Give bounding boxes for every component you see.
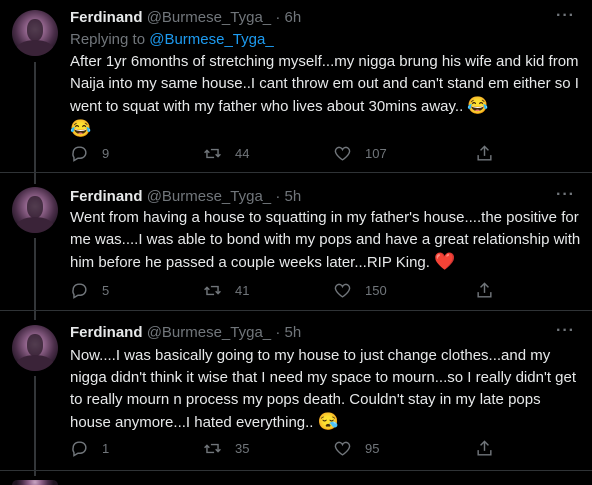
avatar-face (27, 196, 43, 218)
tweet-header: Ferdinand @Burmese_Tyga_ · 5h (70, 187, 301, 207)
avatar-face (27, 334, 43, 356)
tweet[interactable]: Ferdinand @Burmese_Tyga_ · 5h ··· Now...… (0, 311, 592, 471)
tweet[interactable]: Ferdinand @Burmese_Tyga_ · 6h ··· Replyi… (0, 0, 592, 170)
retweet-button[interactable]: 41 (203, 281, 249, 300)
replying-prefix: Replying to (70, 31, 150, 48)
retweet-icon (204, 148, 221, 159)
timestamp[interactable]: 5h (284, 188, 301, 205)
retweet-count: 44 (235, 146, 250, 161)
share-button[interactable] (475, 144, 507, 163)
like-button[interactable]: 150 (333, 281, 387, 300)
tweet-header: Ferdinand @Burmese_Tyga_ · 5h (70, 323, 301, 343)
like-button[interactable]: 95 (333, 439, 379, 458)
author-handle[interactable]: @Burmese_Tyga_ (147, 324, 271, 341)
like-button[interactable]: 107 (333, 144, 387, 163)
like-count: 150 (365, 283, 387, 298)
like-icon (334, 146, 351, 161)
tweet-emoji: 😪 (317, 412, 339, 431)
action-bar: 9 44 107 (70, 144, 500, 166)
timestamp[interactable]: 5h (284, 324, 301, 341)
tweet-divider (0, 470, 592, 471)
reply-count: 5 (102, 283, 110, 298)
avatar-shoulders (16, 40, 54, 56)
tweet-emoji: ❤️ (434, 252, 456, 271)
author-name[interactable]: Ferdinand (70, 324, 143, 341)
reply-count: 9 (102, 146, 110, 161)
retweet-icon (204, 285, 221, 296)
author-handle[interactable]: @Burmese_Tyga_ (147, 188, 271, 205)
reply-button[interactable]: 5 (70, 281, 109, 300)
retweet-count: 35 (235, 441, 250, 456)
action-bar: 5 41 150 (70, 281, 500, 303)
tweet-body: After 1yr 6months of stretching myself..… (70, 53, 579, 115)
replying-to: Replying to @Burmese_Tyga_ (70, 30, 274, 50)
action-bar: 1 35 95 (70, 439, 500, 461)
dot-separator: · (275, 324, 281, 341)
author-handle[interactable]: @Burmese_Tyga_ (147, 9, 271, 26)
tweet-text: Went from having a house to squatting in… (70, 207, 582, 274)
share-icon (477, 440, 492, 456)
tweet-text: After 1yr 6months of stretching myself..… (70, 51, 582, 141)
retweet-icon (204, 443, 221, 454)
tweet[interactable]: Ferdinand @Burmese_Tyga_ · 5h ··· Went f… (0, 173, 592, 310)
share-icon (477, 145, 492, 161)
share-button[interactable] (475, 281, 507, 300)
share-icon (477, 282, 492, 298)
share-button[interactable] (475, 439, 507, 458)
reply-icon (72, 146, 87, 162)
like-icon (334, 441, 351, 456)
retweet-button[interactable]: 44 (203, 144, 249, 163)
avatar-shoulders (16, 217, 54, 233)
avatar[interactable] (12, 480, 58, 485)
more-icon[interactable]: ··· (556, 7, 575, 25)
dot-separator: · (275, 188, 281, 205)
more-icon[interactable]: ··· (556, 322, 575, 340)
retweet-button[interactable]: 35 (203, 439, 249, 458)
author-name[interactable]: Ferdinand (70, 9, 143, 26)
avatar-shoulders (16, 355, 54, 371)
reply-icon (72, 441, 87, 457)
timestamp[interactable]: 6h (284, 9, 301, 26)
reply-button[interactable]: 9 (70, 144, 109, 163)
retweet-count: 41 (235, 283, 250, 298)
tweet-text: Now....I was basically going to my house… (70, 345, 582, 434)
avatar[interactable] (12, 187, 58, 233)
dot-separator: · (275, 9, 281, 26)
replying-handle-link[interactable]: @Burmese_Tyga_ (149, 31, 273, 48)
author-name[interactable]: Ferdinand (70, 188, 143, 205)
more-icon[interactable]: ··· (556, 186, 575, 204)
reply-count: 1 (102, 441, 110, 456)
tweet-header: Ferdinand @Burmese_Tyga_ · 6h (70, 8, 301, 28)
tweet-body: Went from having a house to squatting in… (70, 209, 581, 271)
like-icon (334, 283, 351, 298)
like-count: 95 (365, 441, 380, 456)
like-count: 107 (365, 146, 387, 161)
reply-button[interactable]: 1 (70, 439, 109, 458)
avatar[interactable] (12, 325, 58, 371)
avatar-face (27, 19, 43, 41)
reply-icon (72, 283, 87, 299)
avatar[interactable] (12, 10, 58, 56)
